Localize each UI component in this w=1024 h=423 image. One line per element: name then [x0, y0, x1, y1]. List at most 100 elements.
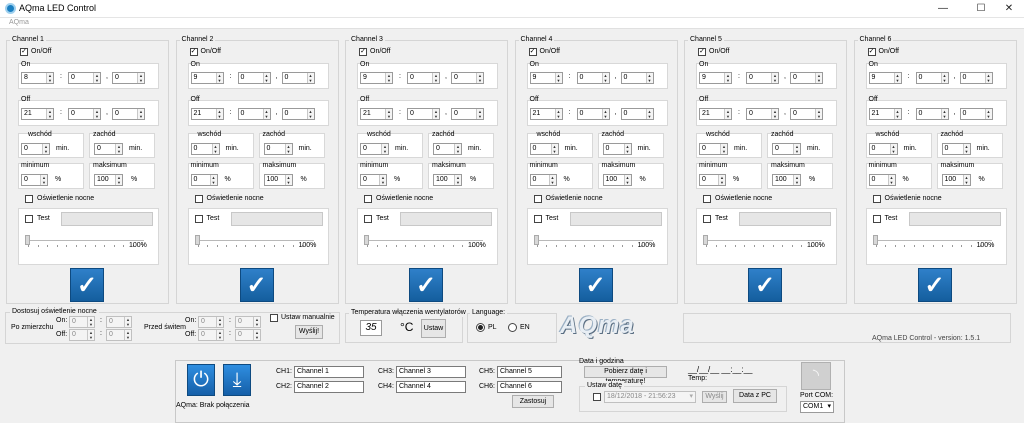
spin-arrows-icon[interactable]: ▲ ▼: [211, 144, 219, 154]
spin-arrows-icon[interactable]: ▲ ▼: [601, 109, 609, 119]
spin-arrows-icon[interactable]: ▲ ▼: [124, 317, 131, 327]
ch3-on-second[interactable]: 0 ▲ ▼: [451, 72, 484, 84]
ch4-apply-check-button[interactable]: ✓: [578, 268, 613, 302]
ch6-test-checkbox[interactable]: [872, 215, 881, 223]
spin-arrows-icon[interactable]: ▲ ▼: [645, 109, 653, 119]
ch6-on-minute[interactable]: 0 ▲ ▼: [915, 72, 949, 84]
ch5-onoff-checkbox[interactable]: ✓: [698, 48, 706, 56]
ch4-on-hour[interactable]: 9 ▲ ▼: [529, 72, 563, 84]
ch3-off-second[interactable]: 0 ▲ ▼: [451, 108, 484, 120]
ch3-minimum-input[interactable]: 0 ▲ ▼: [360, 174, 387, 186]
ch2-onoff-checkbox[interactable]: ✓: [189, 48, 198, 56]
ch4-night-checkbox[interactable]: [533, 195, 542, 203]
night-spin-5[interactable]: 0 ▲ ▼: [198, 316, 224, 328]
ch2-minimum-input[interactable]: 0 ▲ ▼: [190, 174, 218, 186]
ch1-night-checkbox[interactable]: [25, 195, 33, 203]
ch3-name-input[interactable]: Channel 3: [396, 366, 466, 378]
ch2-apply-check-button[interactable]: ✓: [239, 268, 274, 302]
ch5-test-checkbox[interactable]: [703, 215, 711, 223]
spin-arrows-icon[interactable]: ▲ ▼: [893, 109, 901, 119]
ch5-maksimum-input[interactable]: 100 ▲ ▼: [772, 174, 801, 186]
spin-arrows-icon[interactable]: ▲ ▼: [137, 73, 144, 83]
night-spin-8[interactable]: 0 ▲ ▼: [235, 329, 261, 341]
spin-arrows-icon[interactable]: ▲ ▼: [889, 144, 897, 154]
lang-pl-radio[interactable]: [476, 323, 485, 332]
spin-arrows-icon[interactable]: ▲ ▼: [262, 73, 270, 83]
spin-arrows-icon[interactable]: ▲ ▼: [216, 330, 223, 340]
ch4-off-minute[interactable]: 0 ▲ ▼: [576, 108, 610, 120]
ch6-off-minute[interactable]: 0 ▲ ▼: [915, 108, 949, 120]
date-picker[interactable]: 18/12/2018 - 21:56:23 ▾: [604, 391, 696, 403]
spin-arrows-icon[interactable]: ▲ ▼: [215, 73, 223, 83]
spin-arrows-icon[interactable]: ▲ ▼: [46, 109, 53, 119]
ch1-wschod-input[interactable]: 0 ▲ ▼: [21, 143, 50, 155]
ch6-name-input[interactable]: Channel 6: [497, 381, 562, 393]
ch6-maksimum-input[interactable]: 100 ▲ ▼: [941, 174, 971, 186]
ch1-minimum-input[interactable]: 0 ▲ ▼: [21, 174, 48, 186]
power-icon[interactable]: ⏻: [187, 364, 215, 396]
ch1-test-checkbox[interactable]: [25, 215, 33, 223]
spin-arrows-icon[interactable]: ▲ ▼: [548, 175, 556, 185]
spin-arrows-icon[interactable]: ▲ ▼: [137, 109, 144, 119]
spin-arrows-icon[interactable]: ▲ ▼: [724, 109, 731, 119]
ch2-zachod-input[interactable]: 0 ▲ ▼: [263, 143, 293, 155]
ch4-maksimum-input[interactable]: 100 ▲ ▼: [602, 174, 632, 186]
ch1-on-minute[interactable]: 0 ▲ ▼: [68, 72, 101, 84]
spin-arrows-icon[interactable]: ▲ ▼: [554, 73, 562, 83]
spin-arrows-icon[interactable]: ▲ ▼: [793, 144, 800, 154]
ch3-on-minute[interactable]: 0 ▲ ▼: [407, 72, 440, 84]
ch2-off-hour[interactable]: 21 ▲ ▼: [190, 108, 224, 120]
spin-arrows-icon[interactable]: ▲ ▼: [93, 73, 100, 83]
spin-arrows-icon[interactable]: ▲ ▼: [124, 330, 131, 340]
date-from-pc-button[interactable]: Data z PC: [733, 389, 777, 403]
night-send-button[interactable]: Wyślij!: [295, 325, 323, 339]
ch5-name-input[interactable]: Channel 5: [497, 366, 562, 378]
ch3-off-minute[interactable]: 0 ▲ ▼: [407, 108, 440, 120]
spin-arrows-icon[interactable]: ▲ ▼: [46, 73, 53, 83]
ch4-off-hour[interactable]: 21 ▲ ▼: [529, 108, 563, 120]
spin-arrows-icon[interactable]: ▲ ▼: [42, 144, 49, 154]
spin-arrows-icon[interactable]: ▲ ▼: [87, 330, 94, 340]
ch1-off-minute[interactable]: 0 ▲ ▼: [68, 108, 101, 120]
port-com-select[interactable]: COM1 ▾: [800, 401, 834, 413]
ch3-wschod-input[interactable]: 0 ▲ ▼: [360, 143, 389, 155]
spin-arrows-icon[interactable]: ▲ ▼: [771, 73, 778, 83]
menu-item-aqma[interactable]: AQma: [9, 19, 29, 26]
ch6-onoff-checkbox[interactable]: ✓: [867, 48, 876, 56]
spin-arrows-icon[interactable]: ▲ ▼: [984, 73, 992, 83]
fan-set-button[interactable]: Ustaw: [421, 319, 446, 338]
night-spin-4[interactable]: 0 ▲ ▼: [106, 329, 132, 341]
ch1-off-second[interactable]: 0 ▲ ▼: [112, 108, 145, 120]
ch2-on-second[interactable]: 0 ▲ ▼: [281, 72, 315, 84]
ch5-zachod-input[interactable]: 0 ▲ ▼: [772, 143, 801, 155]
spin-arrows-icon[interactable]: ▲ ▼: [262, 109, 270, 119]
spin-arrows-icon[interactable]: ▲ ▼: [454, 144, 461, 154]
spin-arrows-icon[interactable]: ▲ ▼: [215, 109, 223, 119]
ch3-night-checkbox[interactable]: [364, 195, 372, 203]
spin-arrows-icon[interactable]: ▲ ▼: [306, 109, 314, 119]
ch1-onoff-checkbox[interactable]: ✓: [20, 48, 28, 56]
spin-arrows-icon[interactable]: ▲ ▼: [962, 144, 970, 154]
spin-arrows-icon[interactable]: ▲ ▼: [793, 175, 800, 185]
ch1-on-second[interactable]: 0 ▲ ▼: [112, 72, 145, 84]
ch6-wschod-input[interactable]: 0 ▲ ▼: [868, 143, 898, 155]
spin-arrows-icon[interactable]: ▲ ▼: [771, 109, 778, 119]
spin-arrows-icon[interactable]: ▲ ▼: [720, 144, 727, 154]
ch3-maksimum-input[interactable]: 100 ▲ ▼: [433, 174, 462, 186]
ch6-minimum-input[interactable]: 0 ▲ ▼: [868, 174, 896, 186]
fetch-date-button[interactable]: Pobierz datę i temperaturę!: [584, 366, 667, 385]
ch2-name-input[interactable]: Channel 2: [294, 381, 364, 393]
spin-arrows-icon[interactable]: ▲ ▼: [623, 175, 631, 185]
ch6-on-hour[interactable]: 9 ▲ ▼: [868, 72, 902, 84]
close-button[interactable]: ✕: [994, 1, 1024, 16]
ch6-off-hour[interactable]: 21 ▲ ▼: [868, 108, 902, 120]
night-spin-3[interactable]: 0 ▲ ▼: [69, 329, 95, 341]
ch3-apply-check-button[interactable]: ✓: [409, 268, 443, 302]
ch1-name-input[interactable]: Channel 1: [294, 366, 364, 378]
ch3-on-hour[interactable]: 9 ▲ ▼: [360, 72, 393, 84]
spin-arrows-icon[interactable]: ▲ ▼: [306, 73, 314, 83]
spin-arrows-icon[interactable]: ▲ ▼: [962, 175, 970, 185]
ch6-slider-thumb[interactable]: [872, 235, 878, 245]
ch2-off-second[interactable]: 0 ▲ ▼: [281, 108, 315, 120]
ch4-name-input[interactable]: Channel 4: [396, 381, 466, 393]
